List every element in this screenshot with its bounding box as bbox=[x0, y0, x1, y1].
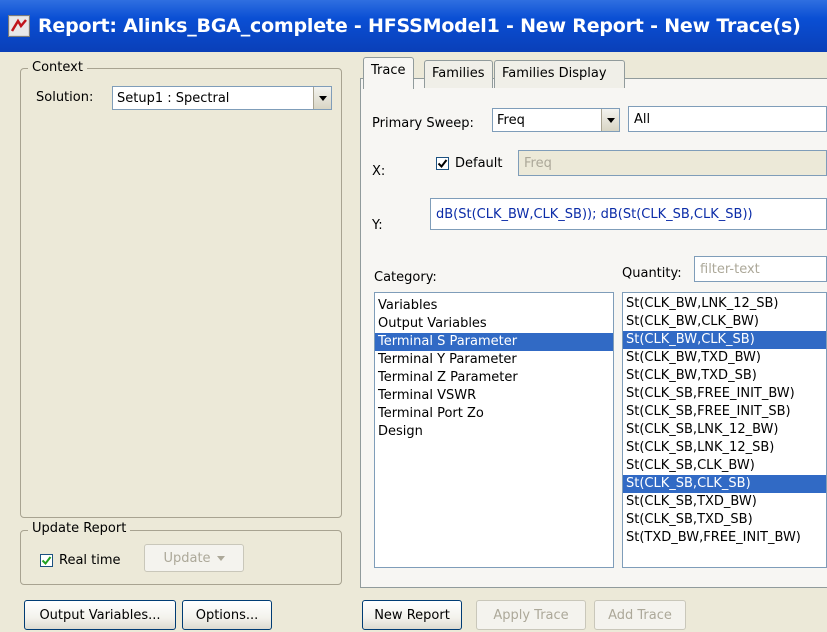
solution-value: Setup1 : Spectral bbox=[117, 90, 230, 106]
x-expression-field[interactable]: Freq bbox=[518, 150, 827, 176]
realtime-label: Real time bbox=[59, 553, 121, 568]
x-label: X: bbox=[372, 164, 386, 179]
quantity-item[interactable]: St(CLK_BW,CLK_BW) bbox=[623, 313, 826, 331]
category-item[interactable]: Terminal Z Parameter bbox=[375, 369, 613, 387]
context-legend: Context bbox=[28, 60, 87, 75]
quantity-item[interactable]: St(CLK_SB,FREE_INIT_SB) bbox=[623, 403, 826, 421]
update-button-label: Update bbox=[163, 550, 211, 566]
app-icon bbox=[8, 15, 30, 37]
quantity-item[interactable]: St(CLK_SB,LNK_12_SB) bbox=[623, 439, 826, 457]
quantity-item[interactable]: St(CLK_SB,TXD_BW) bbox=[623, 493, 826, 511]
category-item[interactable]: Design bbox=[375, 423, 613, 441]
x-default-label: Default bbox=[455, 156, 503, 171]
y-expression-field[interactable]: dB(St(CLK_BW,CLK_SB)); dB(St(CLK_SB,CLK_… bbox=[430, 198, 827, 230]
add-trace-button[interactable]: Add Trace bbox=[594, 600, 686, 630]
update-report-legend: Update Report bbox=[28, 521, 131, 536]
checkmark-icon[interactable] bbox=[436, 157, 449, 170]
quantity-item[interactable]: St(CLK_SB,LNK_12_BW) bbox=[623, 421, 826, 439]
quantity-item[interactable]: St(CLK_BW,CLK_SB) bbox=[623, 331, 826, 349]
context-group bbox=[20, 68, 342, 518]
quantity-item[interactable]: St(CLK_BW,TXD_SB) bbox=[623, 367, 826, 385]
checkmark-icon[interactable] bbox=[40, 554, 53, 567]
y-label: Y: bbox=[372, 218, 383, 233]
primary-sweep-select[interactable]: Freq bbox=[492, 108, 620, 132]
category-item[interactable]: Output Variables bbox=[375, 315, 613, 333]
solution-label: Solution: bbox=[36, 90, 94, 105]
quantity-item[interactable]: St(TXD_BW,FREE_INIT_BW) bbox=[623, 529, 826, 547]
tab-trace[interactable]: Trace bbox=[363, 57, 414, 89]
category-list[interactable]: Variables Output Variables Terminal S Para… bbox=[374, 292, 614, 568]
quantity-item[interactable]: St(CLK_BW,LNK_12_SB) bbox=[623, 295, 826, 313]
quantity-item[interactable]: St(CLK_SB,CLK_SB) bbox=[623, 475, 826, 493]
category-label: Category: bbox=[374, 270, 437, 285]
apply-trace-button[interactable]: Apply Trace bbox=[476, 600, 586, 630]
chevron-down-icon[interactable] bbox=[313, 87, 331, 109]
category-item[interactable]: Terminal Y Parameter bbox=[375, 351, 613, 369]
primary-sweep-label: Primary Sweep: bbox=[372, 116, 474, 131]
quantity-list[interactable]: St(CLK_BW,LNK_12_SB) St(CLK_BW,CLK_BW) St(… bbox=[622, 292, 827, 568]
category-item[interactable]: Terminal Port Zo bbox=[375, 405, 613, 423]
quantity-filter-input[interactable]: filter-text bbox=[694, 256, 827, 282]
tab-families[interactable]: Families bbox=[424, 60, 493, 88]
solution-select[interactable]: Setup1 : Spectral bbox=[112, 86, 332, 110]
realtime-checkbox[interactable]: Real time bbox=[40, 553, 121, 568]
options-button[interactable]: Options... bbox=[182, 600, 272, 630]
quantity-label: Quantity: bbox=[622, 266, 682, 281]
new-report-button[interactable]: New Report bbox=[362, 600, 462, 630]
primary-sweep-value: Freq bbox=[497, 112, 525, 128]
quantity-item[interactable]: St(CLK_SB,TXD_SB) bbox=[623, 511, 826, 529]
quantity-item[interactable]: St(CLK_SB,CLK_BW) bbox=[623, 457, 826, 475]
category-item[interactable]: Terminal VSWR bbox=[375, 387, 613, 405]
window-title: Report: Alinks_BGA_complete - HFSSModel1… bbox=[38, 15, 801, 37]
x-default-checkbox[interactable]: Default bbox=[436, 156, 503, 171]
tab-families-display[interactable]: Families Display bbox=[494, 60, 625, 88]
update-button[interactable]: Update bbox=[144, 544, 244, 572]
category-item[interactable]: Terminal S Parameter bbox=[375, 333, 613, 351]
quantity-item[interactable]: St(CLK_SB,FREE_INIT_BW) bbox=[623, 385, 826, 403]
category-item[interactable]: Variables bbox=[375, 297, 613, 315]
sweep-range-field[interactable]: All bbox=[628, 106, 827, 132]
title-bar[interactable]: Report: Alinks_BGA_complete - HFSSModel1… bbox=[0, 0, 827, 52]
chevron-down-icon[interactable] bbox=[601, 109, 619, 131]
output-variables-button[interactable]: Output Variables... bbox=[24, 600, 176, 630]
quantity-item[interactable]: St(CLK_BW,TXD_BW) bbox=[623, 349, 826, 367]
chevron-down-icon bbox=[216, 555, 225, 561]
